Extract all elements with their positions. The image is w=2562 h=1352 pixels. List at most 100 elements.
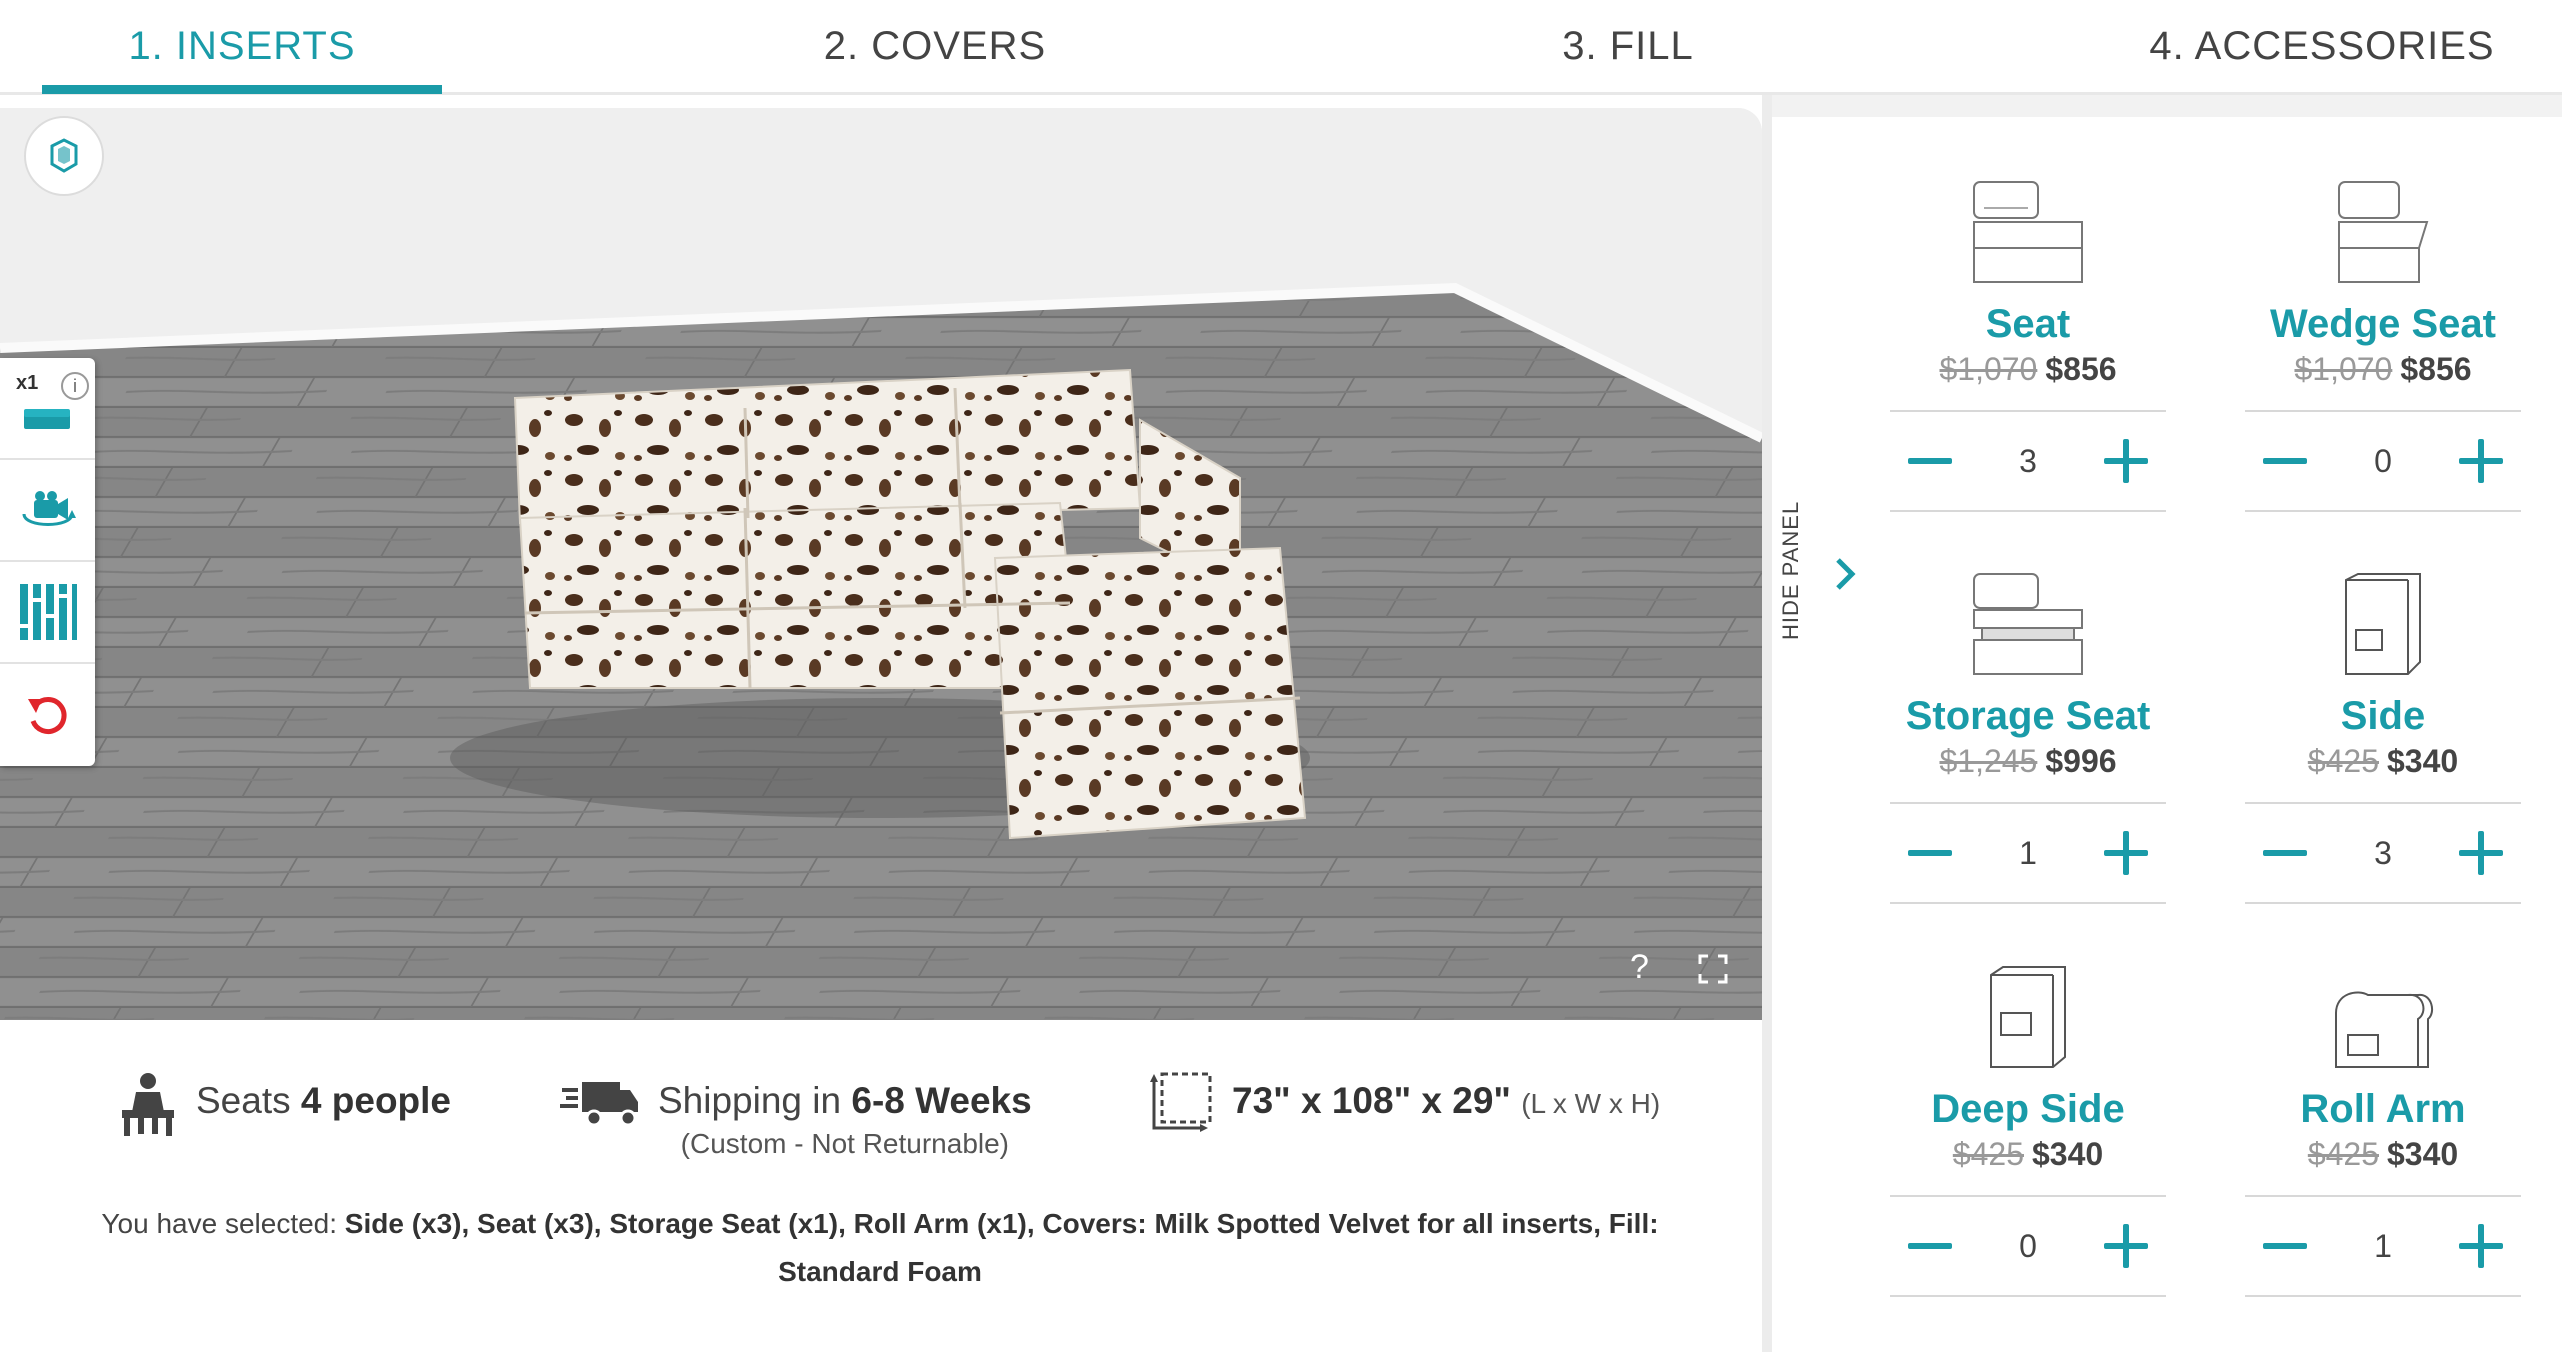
camera-rotate-button[interactable] xyxy=(0,460,95,562)
sale-price: $996 xyxy=(2045,743,2117,779)
product-name: Deep Side xyxy=(1931,1087,2125,1131)
quantity-value: 0 xyxy=(2374,442,2392,479)
divider xyxy=(1890,1295,2166,1297)
decrease-button[interactable] xyxy=(2261,829,2309,877)
dimensions-icon xyxy=(1150,1072,1212,1132)
camera-rotate-icon xyxy=(22,491,76,526)
panel-top-strip xyxy=(1772,95,2562,117)
fullscreen-icon[interactable] xyxy=(1698,954,1728,984)
product-wedge-seat: Wedge Seat $1,070 $856 0 xyxy=(2245,160,2521,512)
increase-button[interactable] xyxy=(2457,437,2505,485)
increase-button[interactable] xyxy=(2102,829,2150,877)
sofa-quantity-icon xyxy=(23,409,70,429)
decrease-button[interactable] xyxy=(2261,437,2309,485)
product-price: $425 $340 xyxy=(2245,1136,2521,1173)
info-icon[interactable]: i xyxy=(61,372,89,400)
shipping-info: Shipping in 6-8 Weeks (Custom - Not Retu… xyxy=(560,1072,1032,1160)
product-price: $1,245 $996 xyxy=(1890,743,2166,780)
old-price: $425 xyxy=(2307,743,2379,779)
dimensions-value: 73" x 108" x 29" xyxy=(1232,1080,1511,1121)
delivery-truck-icon xyxy=(560,1082,638,1127)
selection-items: Side (x3), Seat (x3), Storage Seat (x1),… xyxy=(344,1208,1659,1287)
increase-button[interactable] xyxy=(2102,437,2150,485)
brand-logo-button[interactable] xyxy=(24,116,104,196)
sale-price: $340 xyxy=(2387,1136,2459,1172)
divider xyxy=(1890,510,2166,512)
product-name: Storage Seat xyxy=(1905,694,2151,738)
increase-button[interactable] xyxy=(2102,1222,2150,1270)
reset-icon xyxy=(27,697,67,735)
divider xyxy=(2245,1295,2521,1297)
increase-button[interactable] xyxy=(2457,1222,2505,1270)
quantity-badge: x1 xyxy=(16,372,39,394)
quantity-value: 0 xyxy=(2019,1227,2037,1264)
shipping-prefix: Shipping in xyxy=(658,1080,842,1121)
quantity-stepper: 3 xyxy=(2245,804,2521,902)
tab-inserts[interactable]: 1. INSERTS xyxy=(42,0,442,92)
product-price: $425 $340 xyxy=(2245,743,2521,780)
person-seated-icon xyxy=(122,1073,174,1136)
sofa-quantity-button[interactable]: x1 i xyxy=(0,358,95,460)
tab-fill[interactable]: 3. FILL xyxy=(1428,0,1828,92)
hide-panel-label: HIDE PANEL xyxy=(1778,500,1803,640)
decrease-button[interactable] xyxy=(1906,1222,1954,1270)
quantity-value: 3 xyxy=(2374,834,2392,871)
product-name: Roll Arm xyxy=(2300,1087,2466,1131)
roll-arm-icon xyxy=(2335,991,2434,1068)
product-side: Side $425 $340 3 xyxy=(2245,552,2521,904)
quantity-stepper: 3 xyxy=(1890,412,2166,510)
divider xyxy=(1890,902,2166,904)
divider xyxy=(2245,902,2521,904)
dimensions-suffix: (L x W x H) xyxy=(1521,1088,1661,1119)
old-price: $1,070 xyxy=(1939,351,2038,387)
decrease-button[interactable] xyxy=(2261,1222,2309,1270)
tab-accessories[interactable]: 4. ACCESSORIES xyxy=(2122,0,2522,92)
step-tabs: 1. INSERTS 2. COVERS 3. FILL 4. ACCESSOR… xyxy=(0,0,2562,95)
viewer-help-button[interactable]: ? xyxy=(1630,948,1649,987)
product-deep-side: Deep Side $425 $340 0 xyxy=(1890,945,2166,1297)
sale-price: $340 xyxy=(2032,1136,2104,1172)
quantity-stepper: 0 xyxy=(2245,412,2521,510)
selection-prefix: You have selected: xyxy=(101,1208,338,1239)
product-price: $1,070 $856 xyxy=(1890,351,2166,388)
old-price: $425 xyxy=(2307,1136,2379,1172)
quantity-value: 1 xyxy=(2019,834,2037,871)
decrease-button[interactable] xyxy=(1906,437,1954,485)
seat-icon xyxy=(1973,181,2083,283)
configuration-summary: Seats 4 people Shipping in 6-8 Weeks (Cu… xyxy=(0,1020,1762,1352)
room-scene xyxy=(0,108,1762,1020)
panel-divider xyxy=(1762,95,1772,1352)
decrease-button[interactable] xyxy=(1906,829,1954,877)
active-tab-indicator xyxy=(42,85,442,94)
quantity-stepper: 0 xyxy=(1890,1197,2166,1295)
hide-panel-toggle[interactable]: HIDE PANEL xyxy=(1772,460,1872,700)
wedge-seat-icon xyxy=(2338,181,2429,283)
layout-grid-button[interactable] xyxy=(0,562,95,664)
quantity-stepper: 1 xyxy=(2245,1197,2521,1295)
product-name: Seat xyxy=(1985,302,2071,346)
old-price: $1,245 xyxy=(1939,743,2038,779)
product-price: $425 $340 xyxy=(1890,1136,2166,1173)
product-seat: Seat $1,070 $856 3 xyxy=(1890,160,2166,512)
layout-grid-icon xyxy=(19,584,77,640)
quantity-value: 3 xyxy=(2019,442,2037,479)
product-storage-seat: Storage Seat $1,245 $996 1 xyxy=(1890,552,2166,904)
divider xyxy=(2245,510,2521,512)
increase-button[interactable] xyxy=(2457,829,2505,877)
reset-button[interactable] xyxy=(0,664,95,766)
old-price: $425 xyxy=(1952,1136,2024,1172)
sale-price: $340 xyxy=(2387,743,2459,779)
shipping-note: (Custom - Not Returnable) xyxy=(680,1128,1010,1159)
old-price: $1,070 xyxy=(2294,351,2393,387)
product-price: $1,070 $856 xyxy=(2245,351,2521,388)
seats-info: Seats 4 people xyxy=(118,1072,451,1136)
product-roll-arm: Roll Arm $425 $340 1 xyxy=(2245,945,2521,1297)
logo-icon xyxy=(50,138,78,173)
sofa-3d-viewer[interactable]: x1 i ? xyxy=(0,108,1762,1020)
selection-summary: You have selected: Side (x3), Seat (x3),… xyxy=(90,1200,1670,1296)
seats-prefix: Seats xyxy=(196,1080,291,1121)
sale-price: $856 xyxy=(2045,351,2117,387)
quantity-value: 1 xyxy=(2374,1227,2392,1264)
tab-covers[interactable]: 2. COVERS xyxy=(735,0,1135,92)
seats-value: 4 people xyxy=(300,1080,452,1121)
